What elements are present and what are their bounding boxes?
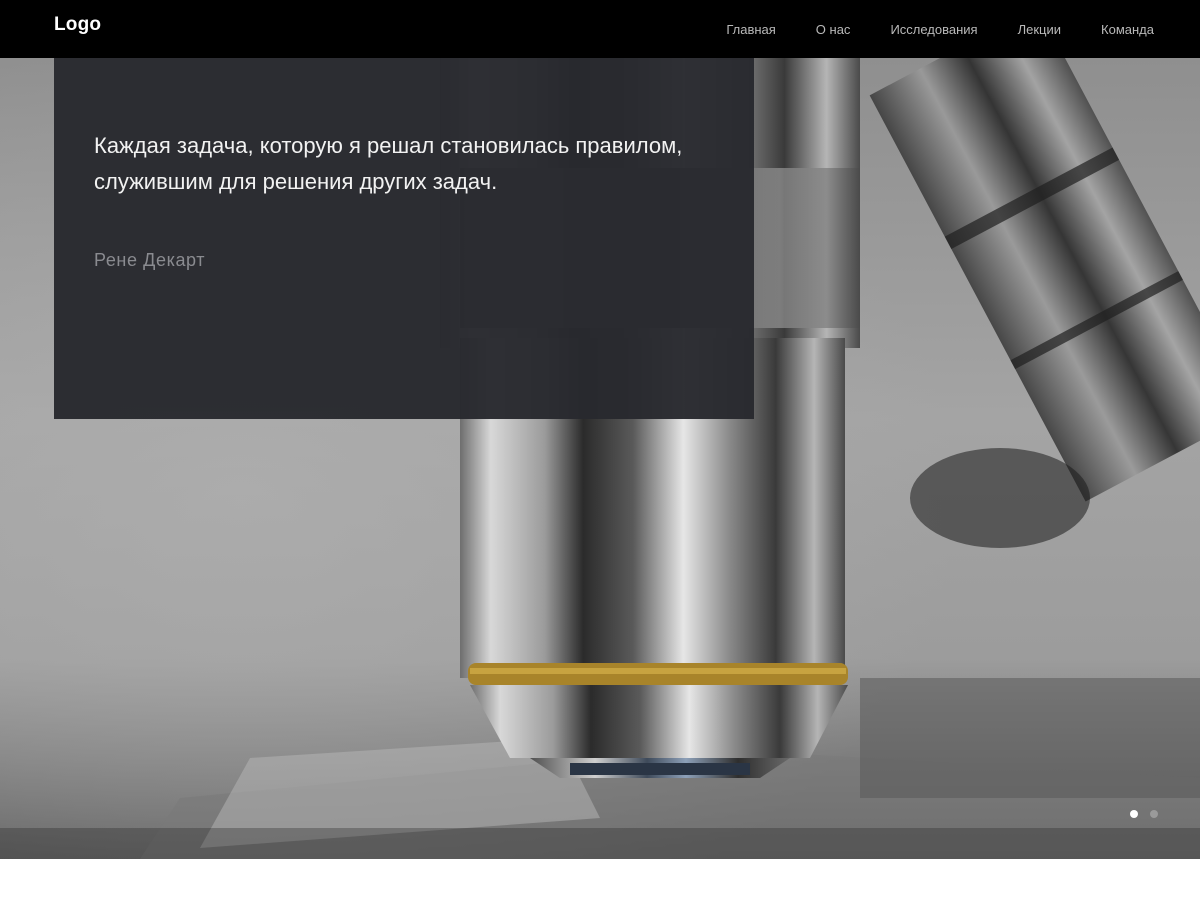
quote-card: Каждая задача, которую я решал становила…: [54, 58, 754, 419]
nav-link-about[interactable]: О нас: [816, 22, 851, 37]
top-navbar: Logo Главная О нас Исследования Лекции К…: [0, 0, 1200, 58]
nav-link-home[interactable]: Главная: [726, 22, 775, 37]
nav-link-lectures[interactable]: Лекции: [1018, 22, 1061, 37]
main-nav: Главная О нас Исследования Лекции Команд…: [726, 0, 1154, 58]
nav-link-research[interactable]: Исследования: [890, 22, 977, 37]
hero-slider: Каждая задача, которую я решал становила…: [0, 58, 1200, 859]
slider-dot-2[interactable]: [1150, 810, 1158, 818]
logo[interactable]: Logo: [54, 14, 101, 36]
page-content-below: [0, 859, 1200, 900]
quote-author: Рене Декарт: [94, 250, 206, 270]
nav-link-team[interactable]: Команда: [1101, 22, 1154, 37]
slider-dot-1[interactable]: [1130, 810, 1138, 818]
quote-text: Каждая задача, которую я решал становила…: [94, 133, 683, 194]
slider-pagination: [1130, 810, 1158, 818]
